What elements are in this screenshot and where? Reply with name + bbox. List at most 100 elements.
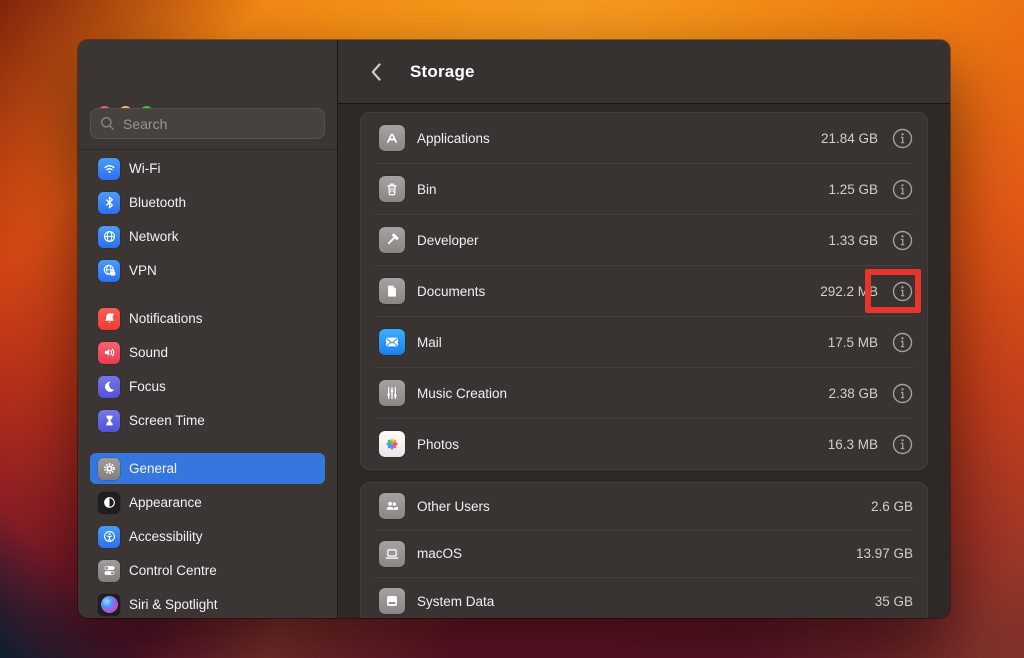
- storage-row-macos[interactable]: macOS 13.97 GB: [361, 531, 927, 578]
- storage-row-size: 17.5 MB: [828, 335, 878, 350]
- sidebar-item-label: Control Centre: [129, 563, 217, 578]
- vpn-globe-lock-icon: [98, 260, 120, 282]
- sidebar-item-control-centre[interactable]: Control Centre: [90, 555, 325, 586]
- info-icon: [892, 128, 913, 149]
- sidebar-item-sound[interactable]: Sound: [90, 337, 325, 368]
- storage-row-documents[interactable]: Documents 292.2 MB: [361, 266, 927, 316]
- bluetooth-icon: [98, 192, 120, 214]
- storage-row-music-creation[interactable]: Music Creation 2.38 GB: [361, 368, 927, 418]
- sidebar-item-wifi[interactable]: Wi-Fi: [90, 153, 325, 184]
- other-users-icon: [379, 493, 405, 519]
- info-button[interactable]: [892, 128, 913, 149]
- info-button[interactable]: [892, 230, 913, 251]
- sidebar-item-network[interactable]: Network: [90, 221, 325, 252]
- sidebar-nav: Wi-Fi Bluetooth Network VPN: [78, 150, 337, 618]
- sidebar-item-general[interactable]: General: [90, 453, 325, 484]
- sidebar-item-label: Bluetooth: [129, 195, 186, 210]
- page-title: Storage: [410, 62, 475, 82]
- info-icon: [892, 332, 913, 353]
- sidebar-item-appearance[interactable]: Appearance: [90, 487, 325, 518]
- network-globe-icon: [98, 226, 120, 248]
- titlebar: Storage: [338, 40, 950, 104]
- developer-hammer-icon: [379, 227, 405, 253]
- sidebar-item-label: Screen Time: [129, 413, 205, 428]
- sidebar-item-label: Notifications: [129, 311, 203, 326]
- storage-system-card: Other Users 2.6 GB macOS 13.97 GB: [360, 482, 928, 618]
- sidebar-item-accessibility[interactable]: Accessibility: [90, 521, 325, 552]
- info-icon: [892, 281, 913, 302]
- sound-speaker-icon: [98, 342, 120, 364]
- sidebar: Wi-Fi Bluetooth Network VPN: [78, 40, 338, 618]
- storage-row-system-data[interactable]: System Data 35 GB: [361, 578, 927, 618]
- storage-row-photos[interactable]: Photos 16.3 MB: [361, 419, 927, 469]
- storage-row-label: Mail: [417, 335, 816, 350]
- storage-row-size: 1.33 GB: [828, 233, 878, 248]
- screen-time-hourglass-icon: [98, 410, 120, 432]
- storage-row-size: 1.25 GB: [828, 182, 878, 197]
- storage-row-label: macOS: [417, 546, 844, 561]
- photos-pinwheel-icon: [379, 431, 405, 457]
- back-button[interactable]: [366, 60, 386, 84]
- storage-content: Applications 21.84 GB Bin 1.25 GB: [338, 104, 950, 618]
- storage-row-applications[interactable]: Applications 21.84 GB: [361, 113, 927, 163]
- info-button[interactable]: [892, 179, 913, 200]
- storage-row-size: 21.84 GB: [821, 131, 878, 146]
- info-button[interactable]: [892, 434, 913, 455]
- storage-row-label: System Data: [417, 594, 863, 609]
- storage-row-size: 2.6 GB: [871, 499, 913, 514]
- sidebar-item-label: VPN: [129, 263, 157, 278]
- storage-row-other-users[interactable]: Other Users 2.6 GB: [361, 483, 927, 530]
- storage-row-size: 16.3 MB: [828, 437, 878, 452]
- storage-row-label: Developer: [417, 233, 816, 248]
- main-pane: Storage Applications 21.84 GB: [338, 40, 950, 618]
- sidebar-item-label: Focus: [129, 379, 166, 394]
- info-button-documents[interactable]: [892, 281, 913, 302]
- sidebar-item-siri-spotlight[interactable]: Siri & Spotlight: [90, 589, 325, 618]
- storage-categories-card: Applications 21.84 GB Bin 1.25 GB: [360, 112, 928, 470]
- info-icon: [892, 179, 913, 200]
- storage-row-label: Applications: [417, 131, 809, 146]
- sidebar-item-label: Network: [129, 229, 179, 244]
- storage-row-label: Documents: [417, 284, 808, 299]
- search-input[interactable]: [90, 108, 325, 139]
- storage-row-label: Bin: [417, 182, 816, 197]
- sidebar-item-label: Wi-Fi: [129, 161, 160, 176]
- info-icon: [892, 230, 913, 251]
- bin-trash-icon: [379, 176, 405, 202]
- search-icon: [99, 115, 116, 132]
- applications-icon: [379, 125, 405, 151]
- sidebar-item-label: Appearance: [129, 495, 202, 510]
- storage-row-mail[interactable]: Mail 17.5 MB: [361, 317, 927, 367]
- notifications-bell-icon: [98, 308, 120, 330]
- storage-row-bin[interactable]: Bin 1.25 GB: [361, 164, 927, 214]
- music-creation-sliders-icon: [379, 380, 405, 406]
- storage-row-size: 13.97 GB: [856, 546, 913, 561]
- sidebar-item-screen-time[interactable]: Screen Time: [90, 405, 325, 436]
- chevron-left-icon: [370, 62, 382, 82]
- sidebar-item-focus[interactable]: Focus: [90, 371, 325, 402]
- info-button[interactable]: [892, 383, 913, 404]
- sidebar-item-label: Siri & Spotlight: [129, 597, 218, 612]
- sidebar-item-label: General: [129, 461, 177, 476]
- accessibility-person-icon: [98, 526, 120, 548]
- control-centre-toggles-icon: [98, 560, 120, 582]
- sidebar-item-bluetooth[interactable]: Bluetooth: [90, 187, 325, 218]
- appearance-contrast-icon: [98, 492, 120, 514]
- storage-row-size: 35 GB: [875, 594, 913, 609]
- siri-orb-icon: [98, 594, 120, 616]
- general-gear-icon: [98, 458, 120, 480]
- macos-laptop-icon: [379, 541, 405, 567]
- sidebar-item-vpn[interactable]: VPN: [90, 255, 325, 286]
- storage-row-label: Photos: [417, 437, 816, 452]
- storage-row-label: Music Creation: [417, 386, 816, 401]
- info-icon: [892, 434, 913, 455]
- system-data-drive-icon: [379, 588, 405, 614]
- system-settings-window: Wi-Fi Bluetooth Network VPN: [78, 40, 950, 618]
- sidebar-item-notifications[interactable]: Notifications: [90, 303, 325, 334]
- mail-envelope-icon: [379, 329, 405, 355]
- wifi-icon: [98, 158, 120, 180]
- info-button[interactable]: [892, 332, 913, 353]
- documents-page-icon: [379, 278, 405, 304]
- storage-row-developer[interactable]: Developer 1.33 GB: [361, 215, 927, 265]
- sidebar-item-label: Sound: [129, 345, 168, 360]
